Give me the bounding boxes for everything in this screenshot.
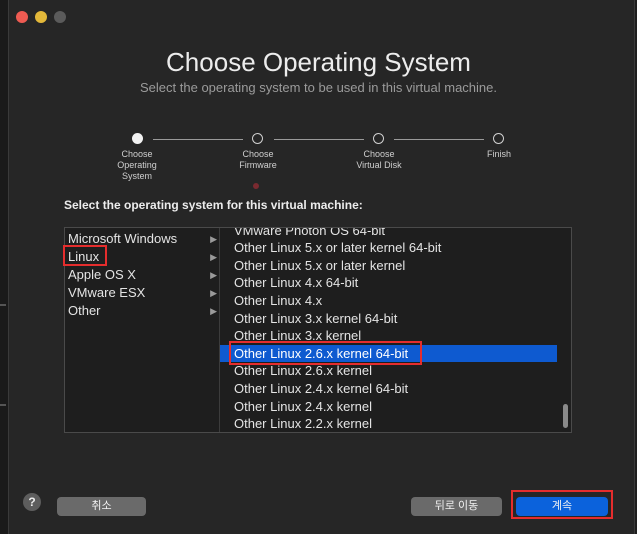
os-category-label: Other [68,303,101,318]
cancel-button[interactable]: 취소 [57,497,146,516]
os-category-vmware-esx[interactable]: VMware ESX ▶ [67,284,217,302]
continue-button[interactable]: 계속 [516,497,608,516]
os-version-label: Other Linux 4.x [234,293,323,308]
step-pending-dot [252,133,263,144]
background-window-edge-mark [0,404,6,406]
os-category-label: VMware ESX [68,285,146,300]
dialog-subtitle: Select the operating system to be used i… [140,80,497,95]
os-version-item[interactable]: Other Linux 4.x 64-bit [220,274,557,291]
step-pending-dot [373,133,384,144]
os-version-label: Other Linux 3.x kernel 64-bit [234,311,398,326]
step-label-choose-os: Choose Operating System [117,149,157,181]
os-category-other[interactable]: Other ▶ [67,302,217,320]
os-version-item[interactable]: Other Linux 2.2.x kernel [220,415,557,432]
dialog-title: Choose Operating System [166,47,471,77]
step-connector [153,139,243,140]
os-browser: Microsoft Windows ▶ Linux ▶ Apple OS X ▶… [64,227,572,433]
os-version-item[interactable]: VMware Photon OS 64-bit [220,228,557,239]
os-category-label: Apple OS X [68,267,136,282]
os-version-item[interactable]: Other Linux 5.x or later kernel [220,257,557,274]
chevron-right-icon: ▶ [210,288,217,298]
os-version-label: Other Linux 5.x or later kernel [234,258,406,273]
help-button[interactable]: ? [23,493,41,511]
step-connector [394,139,484,140]
os-version-scrollbar[interactable] [563,404,568,428]
os-version-item[interactable]: Other Linux 2.4.x kernel 64-bit [220,380,557,397]
os-version-item[interactable]: Other Linux 5.x or later kernel 64-bit [220,239,557,256]
chevron-right-icon: ▶ [210,306,217,316]
step-current-dot [132,133,143,144]
zoom-window-button[interactable] [54,11,66,23]
highlight-box-linux [63,245,107,266]
back-button[interactable]: 뒤로 이동 [411,497,502,516]
os-version-label: Other Linux 2.4.x kernel [234,399,373,414]
step-connector [274,139,364,140]
background-window-edge-mark [0,304,6,306]
chevron-right-icon: ▶ [210,270,217,280]
os-version-label: Other Linux 2.4.x kernel 64-bit [234,381,409,396]
os-version-item[interactable]: Other Linux 4.x [220,292,557,309]
chevron-right-icon: ▶ [210,234,217,244]
step-label-finish: Finish [486,149,511,159]
close-window-button[interactable] [16,11,28,23]
os-category-apple-os-x[interactable]: Apple OS X ▶ [67,266,217,284]
step-label-choose-firmware: Choose Firmware [239,149,277,170]
cursor-dot [253,183,259,189]
step-label-choose-virtual-disk: Choose Virtual Disk [356,149,402,170]
minimize-window-button[interactable] [35,11,47,23]
os-version-item[interactable]: Other Linux 2.4.x kernel [220,398,557,415]
os-version-list[interactable]: VMware Photon OS 64-bit Other Linux 5.x … [220,228,571,432]
chevron-right-icon: ▶ [210,252,217,262]
step-pending-dot [493,133,504,144]
os-version-label: Other Linux 5.x or later kernel 64-bit [234,240,442,255]
os-version-item[interactable]: Other Linux 3.x kernel 64-bit [220,310,557,327]
os-section-label: Select the operating system for this vir… [64,198,363,212]
os-version-label: Other Linux 2.2.x kernel [234,416,373,431]
highlight-box-selected-version [229,341,422,365]
os-version-label: Other Linux 4.x 64-bit [234,275,359,290]
os-version-label: VMware Photon OS 64-bit [234,228,386,238]
